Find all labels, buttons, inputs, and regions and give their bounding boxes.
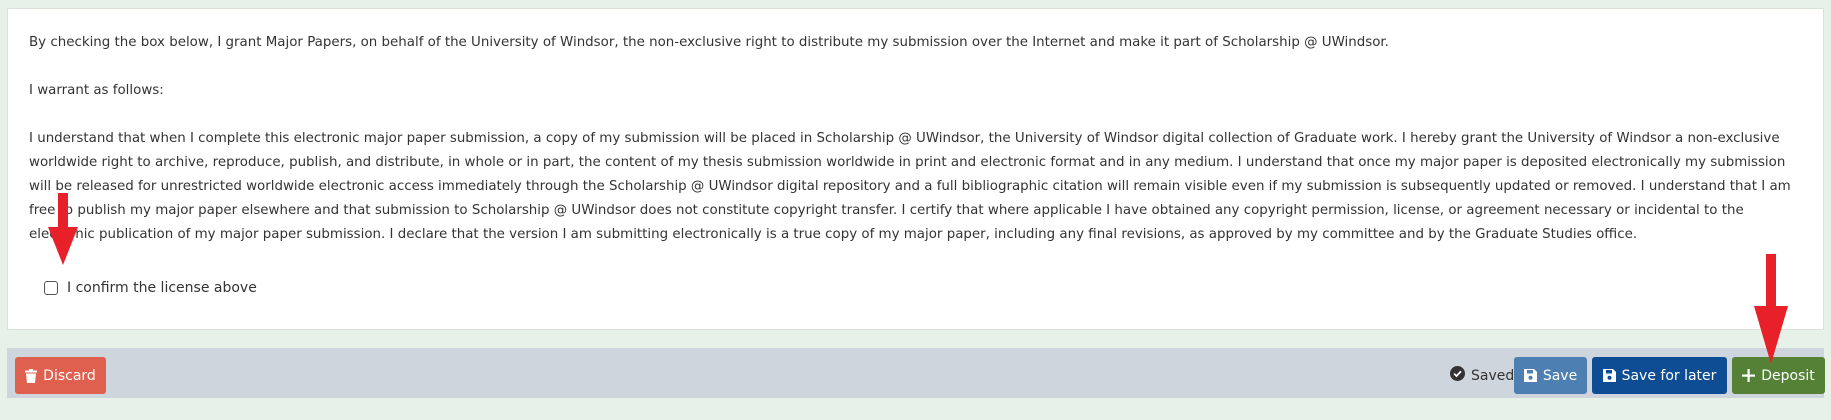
license-body: I understand that when I complete this e… [29, 131, 1791, 242]
floppy-disk-icon [1523, 369, 1537, 382]
saved-status: Saved [1450, 357, 1514, 394]
confirm-license-label[interactable]: I confirm the license above [67, 280, 257, 296]
action-bar: Discard Saved Save Save for later Deposi… [7, 348, 1825, 398]
save-for-later-label: Save for later [1621, 367, 1717, 384]
save-button[interactable]: Save [1514, 357, 1587, 394]
floppy-disk-icon [1602, 369, 1616, 382]
deposit-label: Deposit [1761, 367, 1815, 384]
license-warrant: I warrant as follows: [29, 83, 164, 98]
saved-label: Saved [1471, 367, 1515, 384]
confirm-license-checkbox[interactable] [44, 281, 58, 295]
license-panel: By checking the box below, I grant Major… [7, 8, 1824, 330]
discard-label: Discard [43, 367, 96, 384]
discard-button[interactable]: Discard [15, 357, 106, 394]
plus-icon [1742, 369, 1756, 382]
save-for-later-button[interactable]: Save for later [1592, 357, 1727, 394]
deposit-button[interactable]: Deposit [1732, 357, 1825, 394]
confirm-license-row[interactable]: I confirm the license above [44, 275, 257, 301]
license-intro: By checking the box below, I grant Major… [29, 35, 1389, 50]
license-text: By checking the box below, I grant Major… [29, 31, 1804, 247]
trash-icon [25, 368, 38, 383]
check-circle-icon [1450, 366, 1465, 385]
save-label: Save [1542, 367, 1578, 384]
